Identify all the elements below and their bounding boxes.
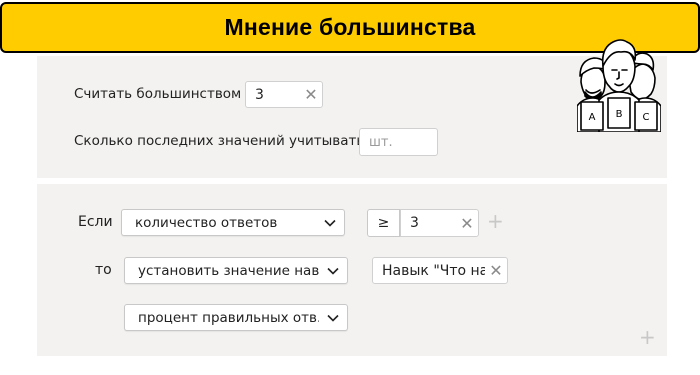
majority-label: Считать большинством <box>74 86 242 102</box>
chevron-down-icon <box>319 267 347 275</box>
last-values-label: Сколько последних значений учитывать <box>74 133 365 149</box>
action-select-value: установить значение нав... <box>138 262 319 279</box>
add-condition-button[interactable]: + <box>487 211 504 231</box>
then-label: то <box>95 262 112 278</box>
card-a: A <box>589 112 596 123</box>
crowd-voting-icon: A B C <box>577 39 661 132</box>
majority-value: 3 <box>255 86 264 103</box>
operator-box[interactable]: ≥ <box>367 209 400 237</box>
chevron-down-icon <box>319 314 347 322</box>
last-values-placeholder: шт. <box>369 134 393 150</box>
param-select[interactable]: процент правильных отв... <box>124 304 348 331</box>
card-b: B <box>616 109 623 120</box>
condition-select-value: количество ответов <box>135 214 278 231</box>
page-title: Мнение большинства <box>224 14 476 40</box>
operator-symbol: ≥ <box>377 215 390 231</box>
last-values-input[interactable]: шт. <box>359 128 438 156</box>
chevron-down-icon <box>316 219 344 227</box>
add-rule-button[interactable]: + <box>639 327 656 347</box>
threshold-input[interactable]: 3 ✕ <box>400 209 479 237</box>
param-select-value: процент правильных отв... <box>138 309 319 326</box>
skill-value: Навык "Что на <box>382 262 485 279</box>
skill-input[interactable]: Навык "Что на ✕ <box>372 257 508 284</box>
if-label: Если <box>78 214 113 230</box>
action-select[interactable]: установить значение нав... <box>124 257 348 284</box>
clear-icon[interactable]: ✕ <box>456 210 478 236</box>
settings-panel <box>37 56 667 178</box>
clear-icon[interactable]: ✕ <box>485 258 507 283</box>
majority-input[interactable]: 3 ✕ <box>245 81 323 108</box>
card-c: C <box>643 112 650 123</box>
threshold-value: 3 <box>410 215 419 231</box>
condition-select[interactable]: количество ответов <box>121 209 345 236</box>
clear-icon[interactable]: ✕ <box>300 82 322 107</box>
